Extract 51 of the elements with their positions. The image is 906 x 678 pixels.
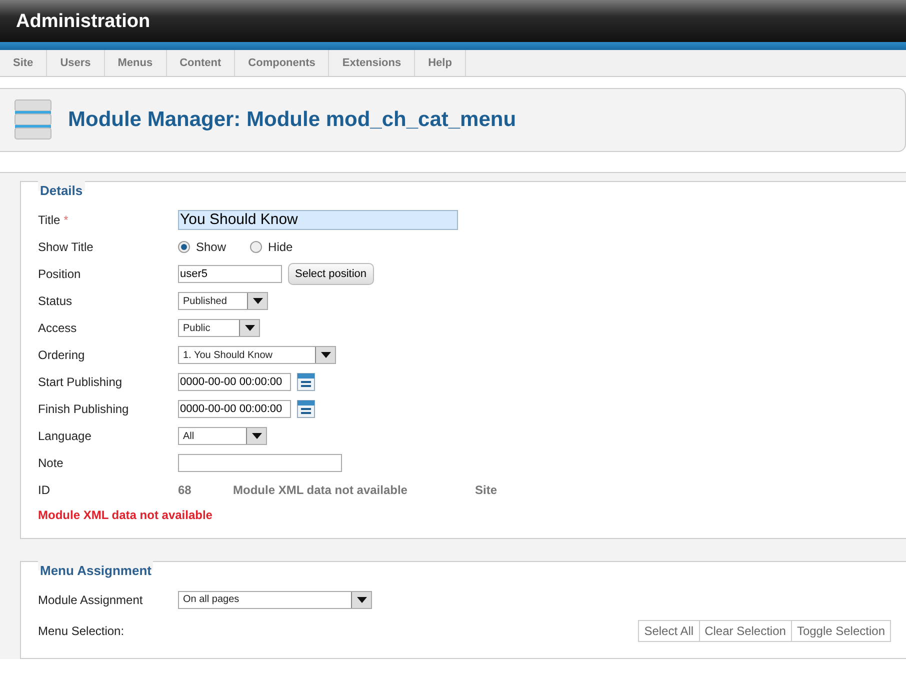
calendar-icon[interactable] bbox=[297, 373, 315, 391]
field-label: Position bbox=[38, 266, 82, 283]
info-text: 68 bbox=[178, 482, 192, 499]
dropdown-arrow-icon[interactable] bbox=[356, 596, 366, 602]
dropdown-arrow-icon[interactable] bbox=[252, 433, 262, 439]
error-message: Module XML data not available bbox=[38, 506, 214, 524]
radio-option[interactable]: Hide bbox=[250, 238, 293, 256]
field-label: Status bbox=[38, 293, 74, 310]
field-label: Show Title bbox=[38, 239, 94, 256]
dropdown-arrow-icon[interactable] bbox=[320, 352, 330, 358]
dropdown[interactable]: Published bbox=[178, 292, 268, 310]
dropdown-arrow-icon[interactable] bbox=[252, 298, 262, 304]
selection-button[interactable]: Select All bbox=[638, 620, 700, 642]
field-label: Ordering bbox=[38, 347, 86, 364]
dropdown[interactable]: Public bbox=[178, 319, 260, 337]
menu-item[interactable]: Extensions bbox=[329, 50, 416, 76]
select-position-button[interactable]: Select position bbox=[288, 262, 374, 286]
field-label: ID bbox=[38, 482, 51, 499]
menu-item[interactable]: Components bbox=[235, 50, 330, 76]
page-title: Module Manager: Module mod_ch_cat_menu bbox=[68, 107, 516, 134]
selection-button[interactable]: Clear Selection bbox=[698, 620, 792, 642]
dropdown[interactable]: All bbox=[178, 427, 267, 445]
info-text: Module XML data not available bbox=[233, 482, 408, 499]
text-field[interactable] bbox=[178, 454, 342, 472]
text-field[interactable]: user5 bbox=[178, 265, 282, 283]
menu-item[interactable]: Menus bbox=[104, 50, 167, 76]
app-title: Administration bbox=[16, 11, 150, 32]
menu-item[interactable]: Content bbox=[166, 50, 236, 76]
dropdown-arrow-icon[interactable] bbox=[244, 325, 254, 331]
field-label: Access bbox=[38, 320, 78, 337]
field-label: Finish Publishing bbox=[38, 401, 130, 418]
field-label: Module Assignment bbox=[38, 592, 144, 608]
menu-item[interactable]: Help bbox=[415, 50, 466, 76]
module-stack-icon bbox=[14, 99, 52, 141]
title-field[interactable]: You Should Know bbox=[178, 210, 458, 230]
date-field[interactable]: 0000-00-00 00:00:00 bbox=[178, 373, 291, 391]
menu-item[interactable]: Users bbox=[47, 50, 105, 76]
calendar-icon[interactable] bbox=[297, 400, 315, 418]
selection-button[interactable]: Toggle Selection bbox=[790, 620, 891, 642]
section-legend: Menu Assignment bbox=[38, 560, 154, 580]
field-label: Start Publishing bbox=[38, 374, 124, 391]
dropdown[interactable]: 1. You Should Know bbox=[178, 346, 336, 364]
field-label: Title * bbox=[38, 212, 70, 229]
menu-item[interactable]: Site bbox=[0, 50, 48, 76]
field-label: Note bbox=[38, 455, 64, 472]
info-text: Site bbox=[475, 482, 498, 499]
dropdown[interactable]: On all pages bbox=[178, 590, 372, 608]
date-field[interactable]: 0000-00-00 00:00:00 bbox=[178, 400, 291, 418]
radio-option[interactable]: Show bbox=[178, 238, 226, 256]
field-label: Menu Selection: bbox=[38, 622, 126, 640]
field-label: Language bbox=[38, 428, 92, 445]
